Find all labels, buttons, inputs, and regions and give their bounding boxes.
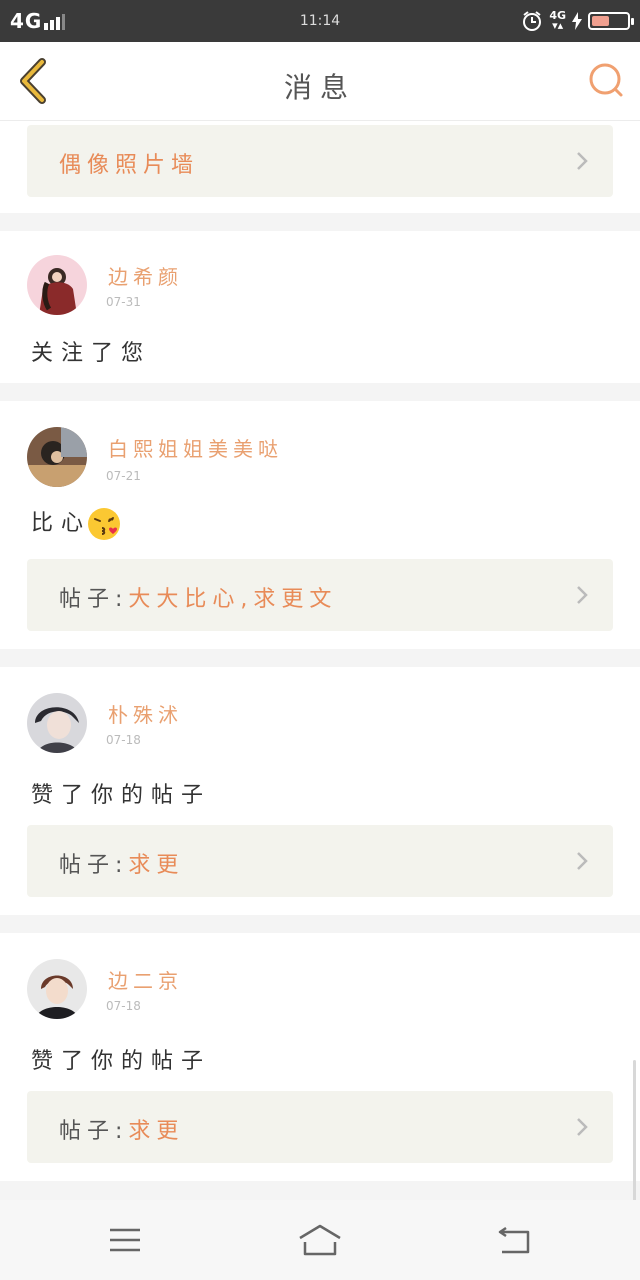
chevron-right-icon <box>577 152 588 170</box>
post-link[interactable]: 帖子:求更 <box>27 1091 613 1163</box>
status-bar: 4G 11:14 4G ▾▴ <box>0 0 640 42</box>
avatar[interactable] <box>27 427 87 487</box>
username[interactable]: 白熙姐姐美美哒 <box>108 433 283 462</box>
notification-card: 朴殊沭 07-18 赞了你的帖子 帖子:求更 <box>0 667 640 915</box>
chevron-right-icon <box>577 1118 588 1136</box>
chevron-right-icon <box>577 852 588 870</box>
kiss-emoji-icon <box>88 508 121 540</box>
message-text: 关注了您 <box>31 341 152 366</box>
notification-card: 边二京 07-18 赞了你的帖子 帖子:求更 <box>0 933 640 1181</box>
message-text: 比心 <box>31 505 121 541</box>
timestamp: 07-18 <box>106 999 141 1013</box>
message-list: 偶像照片墙 边希颜 07-31 关注了您 白熙姐姐美美哒 07-21 比心 帖子… <box>0 121 640 1200</box>
post-link[interactable]: 帖子:大大比心,求更文 <box>27 559 613 631</box>
scrollbar[interactable] <box>633 1060 636 1210</box>
post-label: 帖子:求更 <box>59 853 185 878</box>
notification-card: 边希颜 07-31 关注了您 <box>0 231 640 383</box>
timestamp: 07-18 <box>106 733 141 747</box>
photo-wall-card: 偶像照片墙 <box>0 121 640 213</box>
avatar[interactable] <box>27 255 87 315</box>
timestamp: 07-21 <box>106 469 141 483</box>
app-header: 消息 <box>0 42 640 121</box>
back-nav-icon[interactable] <box>490 1220 540 1260</box>
username[interactable]: 朴殊沭 <box>108 699 183 728</box>
message-text: 赞了你的帖子 <box>31 783 212 808</box>
system-nav-bar <box>0 1200 640 1280</box>
photo-wall-link[interactable]: 偶像照片墙 <box>27 125 613 197</box>
battery-icon <box>588 12 634 30</box>
alarm-icon <box>523 11 542 31</box>
post-label: 帖子:大大比心,求更文 <box>59 587 338 612</box>
page-title: 消息 <box>283 71 356 104</box>
home-icon[interactable] <box>295 1220 345 1260</box>
menu-icon[interactable] <box>100 1220 150 1260</box>
chevron-right-icon <box>577 586 588 604</box>
notification-card: 白熙姐姐美美哒 07-21 比心 帖子:大大比心,求更文 <box>0 401 640 649</box>
post-link[interactable]: 帖子:求更 <box>27 825 613 897</box>
avatar[interactable] <box>27 693 87 753</box>
avatar[interactable] <box>27 959 87 1019</box>
post-label: 帖子:求更 <box>59 1119 185 1144</box>
network-small: 4G ▾▴ <box>549 9 566 32</box>
photo-wall-label: 偶像照片墙 <box>59 153 200 178</box>
timestamp: 07-31 <box>106 295 141 309</box>
search-icon[interactable] <box>586 60 626 100</box>
message-text: 赞了你的帖子 <box>31 1049 212 1074</box>
username[interactable]: 边希颜 <box>108 261 183 290</box>
charging-icon <box>572 12 582 30</box>
username[interactable]: 边二京 <box>108 965 183 994</box>
